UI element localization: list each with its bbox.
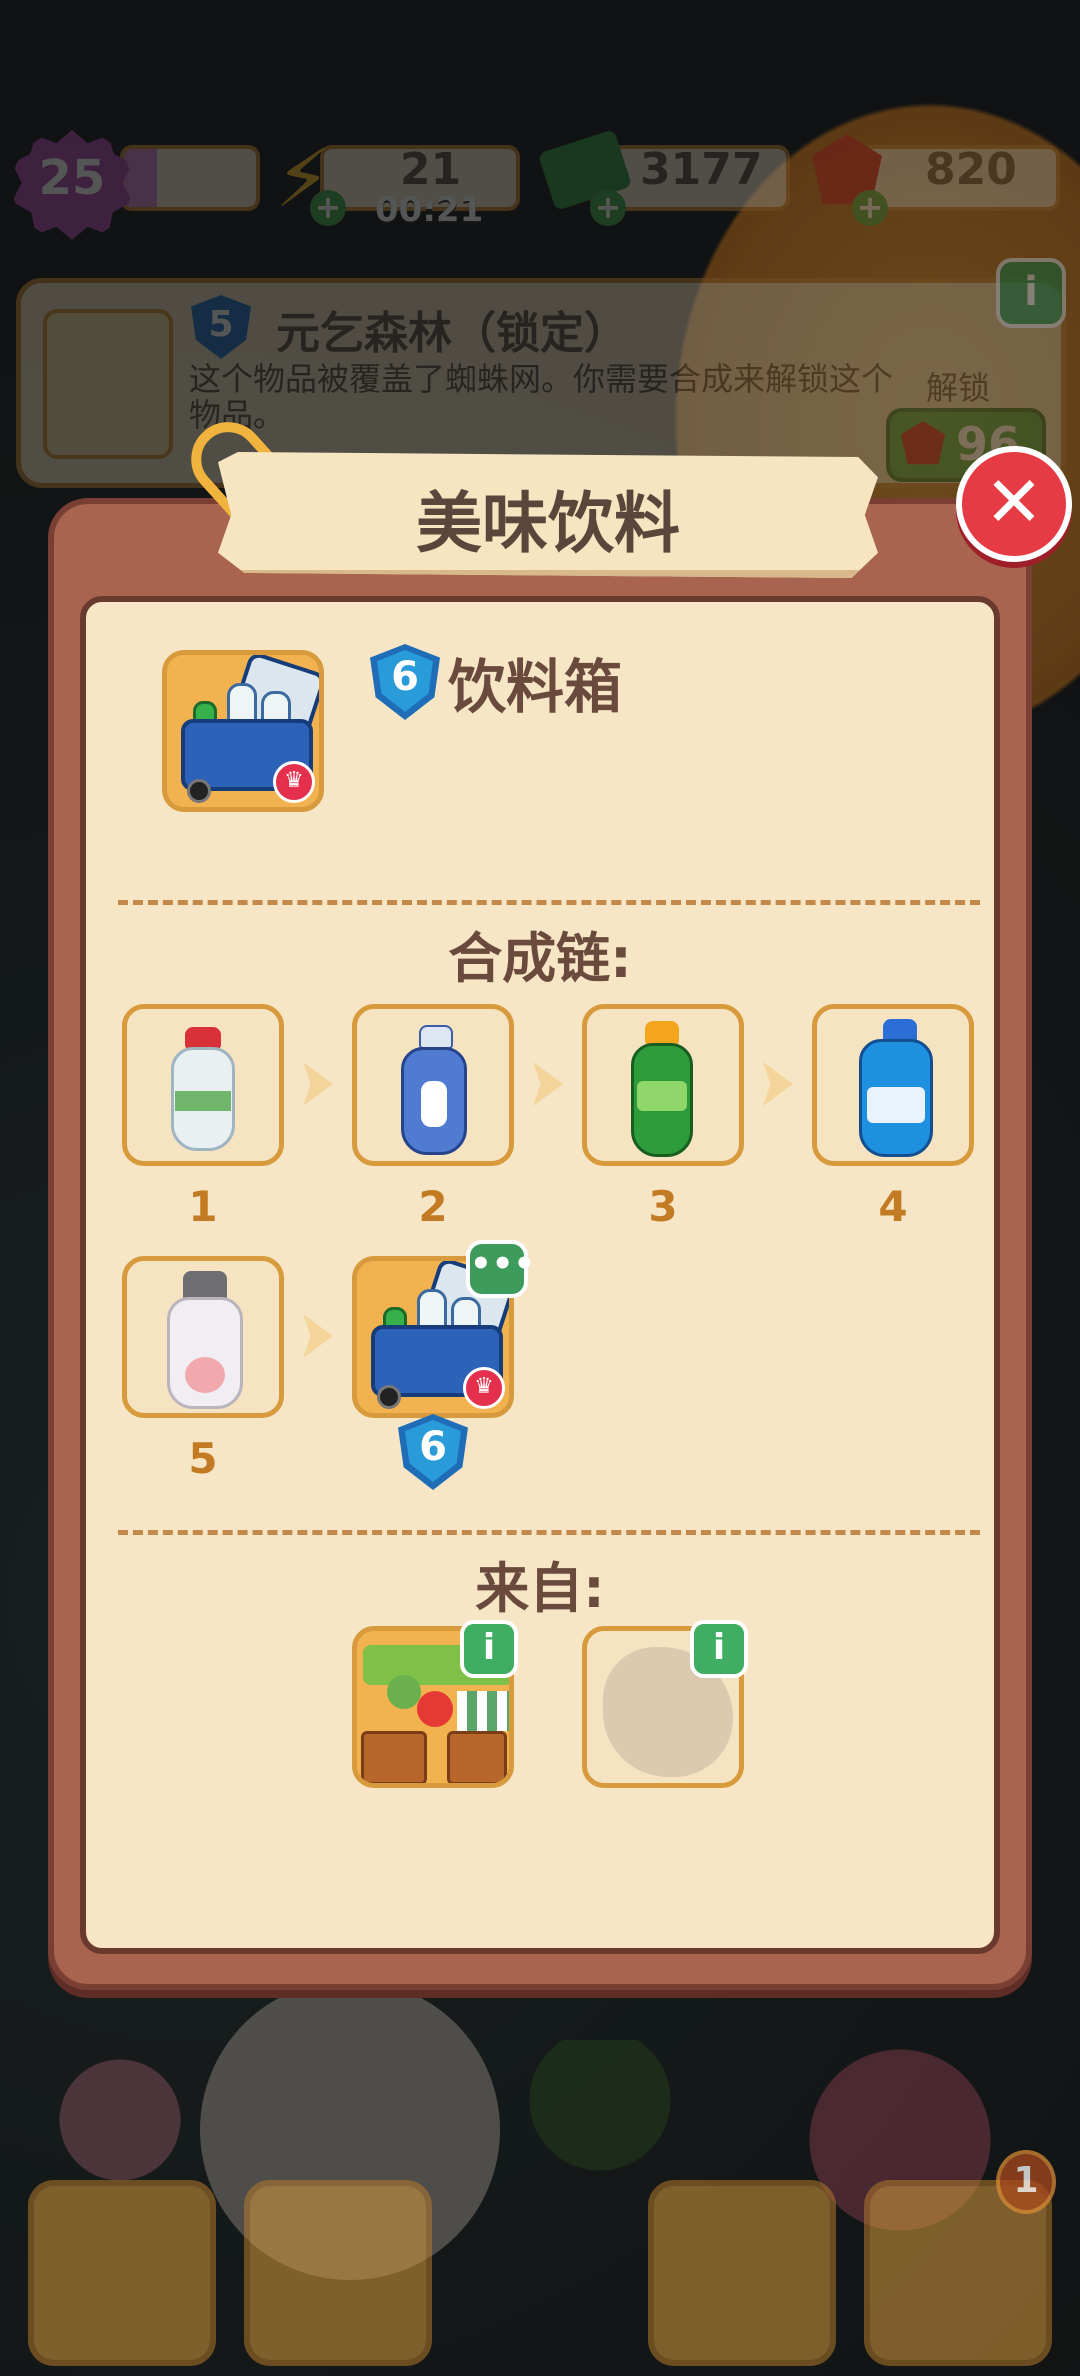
source-info-icon[interactable]: i [690, 1620, 748, 1678]
basket-button[interactable] [648, 2180, 836, 2366]
chain-step-number: 1 [188, 1182, 218, 1231]
water-bottle-red-cap-icon[interactable] [122, 1004, 284, 1166]
merge-chain-title: 合成链: [448, 927, 632, 990]
divider [118, 1530, 980, 1535]
source-info-icon[interactable]: i [460, 1620, 518, 1678]
chain-step-number: 5 [188, 1434, 218, 1483]
chain-step-number: 3 [648, 1182, 678, 1231]
green-soda-bottle-icon[interactable] [582, 1004, 744, 1166]
back-button[interactable] [28, 2180, 216, 2366]
blue-bottle-icon[interactable] [352, 1004, 514, 1166]
notification-badge: 1 [996, 2150, 1056, 2214]
item-name: 饮料箱 [448, 653, 623, 721]
chain-step-number: 4 [878, 1182, 908, 1231]
item-level: 6 [391, 654, 419, 700]
sports-drink-bottle-icon[interactable] [812, 1004, 974, 1166]
drink-cooler-icon: ♛ [162, 650, 324, 812]
divider [118, 900, 980, 905]
chain-step-number: 6 [419, 1424, 447, 1470]
crown-icon: ♛ [273, 761, 315, 803]
yuanqi-bottle-icon[interactable] [122, 1256, 284, 1418]
chain-step-number: 2 [418, 1182, 448, 1231]
close-button[interactable]: ✕ [956, 446, 1072, 562]
crown-icon: ♛ [463, 1367, 505, 1409]
source-title: 来自: [475, 1557, 605, 1620]
more-options-icon[interactable]: ••• [466, 1240, 535, 1298]
leaderboard-button[interactable] [244, 2180, 432, 2366]
modal-title: 美味饮料 [416, 485, 680, 562]
